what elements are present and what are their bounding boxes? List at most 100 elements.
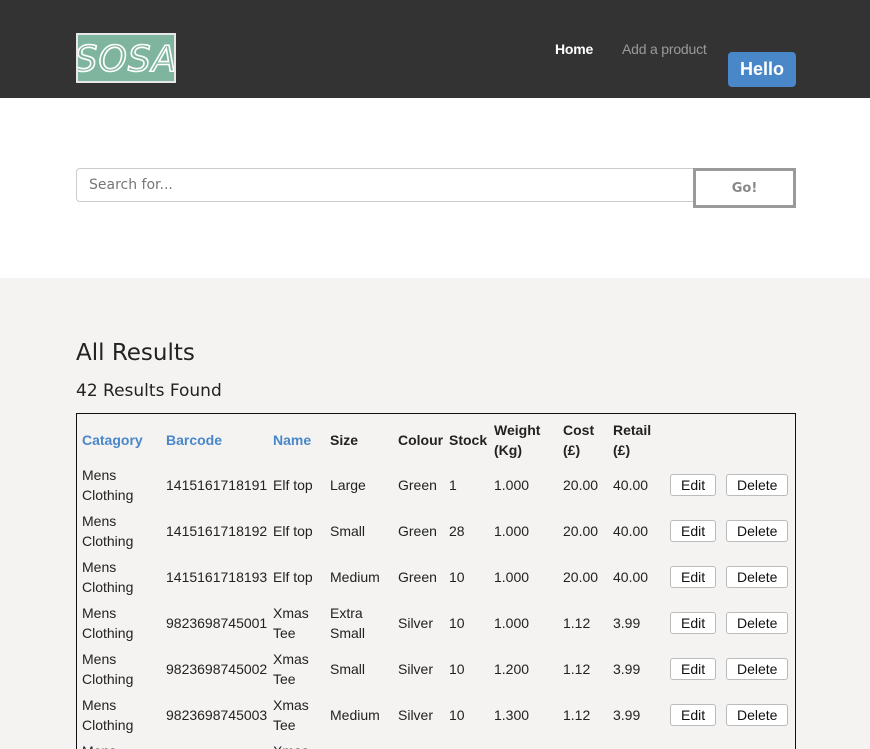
table-row: Mens Clothing Xmas Tee <box>77 738 795 749</box>
cell-size: Small <box>330 661 366 677</box>
header-name[interactable]: Name <box>268 418 325 462</box>
cell-barcode: 9823698745001 <box>166 615 268 631</box>
results-count: 42 Results Found <box>76 381 222 401</box>
cell-colour: Silver <box>398 615 434 631</box>
cell-size: Small <box>330 523 366 539</box>
cell-retail: 3.99 <box>613 707 641 723</box>
cell-cost: 20.00 <box>563 477 599 493</box>
header-delete <box>721 418 795 462</box>
cell-category: Mens Clothing <box>82 513 134 549</box>
delete-button[interactable]: Delete <box>726 612 789 634</box>
cell-colour <box>393 738 444 749</box>
cell-name: Xmas Tee <box>273 697 309 733</box>
header-barcode[interactable]: Barcode <box>161 418 268 462</box>
cell-edit: Edit <box>665 600 721 646</box>
header-cost: Cost (£) <box>563 422 595 458</box>
table-header-row: Catagory Barcode Name Size Colour Stock … <box>77 418 795 462</box>
svg-text:SOSA: SOSA <box>78 39 174 80</box>
go-button[interactable]: Go! <box>693 168 796 208</box>
table-row: Mens Clothing 1415161718193 Elf top Medi… <box>77 554 795 600</box>
cell-barcode: 9823698745002 <box>166 661 268 677</box>
cell-weight: 1.000 <box>494 615 530 631</box>
cell-name: Elf top <box>273 569 313 585</box>
cell-barcode <box>161 738 268 749</box>
cell-edit: Edit <box>665 646 721 692</box>
cell-stock: 10 <box>449 707 465 723</box>
cell-category: Mens Clothing <box>82 467 134 503</box>
delete-button[interactable]: Delete <box>726 658 789 680</box>
cell-weight: 1.200 <box>494 661 530 677</box>
cell-delete: Delete <box>721 600 795 646</box>
cell-delete: Delete <box>721 462 795 508</box>
table-row: Mens Clothing 9823698745001 Xmas Tee Ext… <box>77 600 795 646</box>
cell-colour: Green <box>398 523 437 539</box>
cell-stock <box>444 738 489 749</box>
cell-barcode: 1415161718193 <box>166 569 268 585</box>
cell-size: Large <box>330 477 366 493</box>
cell-delete <box>721 738 795 749</box>
cell-retail <box>608 738 665 749</box>
delete-button[interactable]: Delete <box>726 474 789 496</box>
delete-button[interactable]: Delete <box>726 520 789 542</box>
cell-cost: 1.12 <box>563 661 591 677</box>
header-category[interactable]: Catagory <box>77 418 161 462</box>
cell-stock: 28 <box>449 523 465 539</box>
table-row: Mens Clothing 1415161718192 Elf top Smal… <box>77 508 795 554</box>
cell-name: Xmas Tee <box>268 738 325 749</box>
nav-home-link[interactable]: Home <box>555 41 593 57</box>
cell-size: Extra Small <box>330 605 366 641</box>
cell-name: Xmas Tee <box>273 605 309 641</box>
cell-barcode: 1415161718191 <box>166 477 268 493</box>
results-table: Catagory Barcode Name Size Colour Stock … <box>77 418 795 749</box>
cell-retail: 40.00 <box>613 569 649 585</box>
cell-delete: Delete <box>721 646 795 692</box>
search-input[interactable] <box>76 168 696 202</box>
cell-edit: Edit <box>665 554 721 600</box>
cell-weight: 1.000 <box>494 569 530 585</box>
cell-cost: 20.00 <box>563 523 599 539</box>
search-section: Go! <box>0 98 870 278</box>
cell-colour: Green <box>398 477 437 493</box>
logo-lettering: SOSA <box>78 38 174 81</box>
cell-size: Medium <box>330 707 380 723</box>
header-edit <box>665 418 721 462</box>
cell-stock: 10 <box>449 661 465 677</box>
table-row: Mens Clothing 9823698745002 Xmas Tee Sma… <box>77 646 795 692</box>
header-size: Size <box>330 432 359 448</box>
cell-retail: 40.00 <box>613 477 649 493</box>
top-navbar: SOSA Home Add a product Hello <box>0 0 870 98</box>
cell-weight: 1.300 <box>494 707 530 723</box>
delete-button[interactable]: Delete <box>726 566 789 588</box>
cell-stock: 10 <box>449 569 465 585</box>
delete-button[interactable]: Delete <box>726 704 789 726</box>
edit-button[interactable]: Edit <box>670 612 717 634</box>
cell-delete: Delete <box>721 508 795 554</box>
cell-category: Mens Clothing <box>82 651 134 687</box>
cell-retail: 3.99 <box>613 615 641 631</box>
results-table-container: Catagory Barcode Name Size Colour Stock … <box>76 413 796 749</box>
edit-button[interactable]: Edit <box>670 520 717 542</box>
cell-retail: 40.00 <box>613 523 649 539</box>
cell-cost <box>558 738 608 749</box>
edit-button[interactable]: Edit <box>670 658 717 680</box>
cell-weight <box>489 738 558 749</box>
cell-category: Mens Clothing <box>82 605 134 641</box>
cell-name: Elf top <box>273 477 313 493</box>
cell-cost: 20.00 <box>563 569 599 585</box>
edit-button[interactable]: Edit <box>670 566 717 588</box>
hello-button[interactable]: Hello <box>728 52 796 87</box>
header-stock: Stock <box>449 432 488 448</box>
sosa-logo[interactable]: SOSA <box>76 33 176 83</box>
edit-button[interactable]: Edit <box>670 474 717 496</box>
cell-category: Mens Clothing <box>77 738 161 749</box>
edit-button[interactable]: Edit <box>670 704 717 726</box>
cell-cost: 1.12 <box>563 615 591 631</box>
table-row: Mens Clothing 1415161718191 Elf top Larg… <box>77 462 795 508</box>
cell-colour: Silver <box>398 707 434 723</box>
cell-edit: Edit <box>665 692 721 738</box>
cell-name: Xmas Tee <box>273 651 309 687</box>
cell-stock: 10 <box>449 615 465 631</box>
cell-weight: 1.000 <box>494 477 530 493</box>
cell-delete: Delete <box>721 554 795 600</box>
nav-add-product-link[interactable]: Add a product <box>622 41 707 57</box>
